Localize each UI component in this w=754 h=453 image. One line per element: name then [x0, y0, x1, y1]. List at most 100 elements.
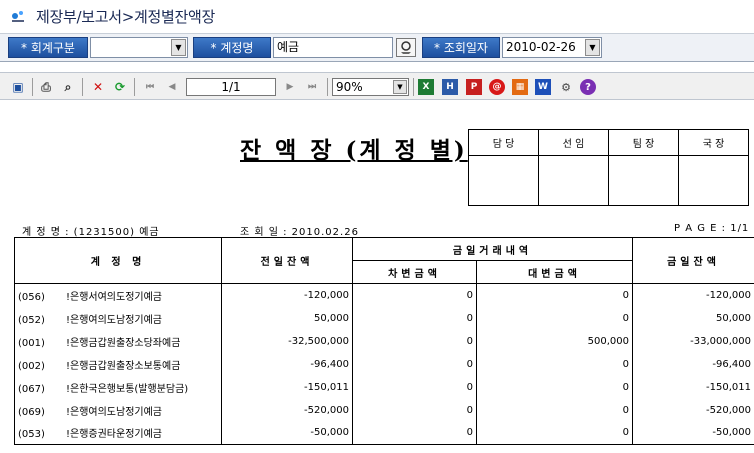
table-row: (053) !은행증권타운정기예금 -50,000 0 0 -50,000: [14, 421, 754, 445]
account-code: (001): [18, 337, 45, 349]
approval-sign-cell: [678, 155, 749, 206]
query-date-select[interactable]: 2010-02-26 ▼: [502, 37, 602, 58]
cell-account: (056) !은행서여의도정기예금: [14, 283, 222, 307]
settings-icon[interactable]: ⚙: [558, 79, 574, 95]
pdf-export-icon[interactable]: P: [466, 79, 482, 95]
toolbar-divider: [32, 78, 33, 96]
col-header-prev-balance: 전일잔액: [221, 237, 353, 284]
account-name: !은행금갑원출장소당좌예금: [66, 337, 181, 349]
chevron-down-icon[interactable]: ▼: [393, 80, 407, 94]
account-code: (067): [18, 383, 45, 395]
excel-export-icon[interactable]: X: [418, 79, 434, 95]
account-info: 계 정 명 : (1231500) 예금: [22, 227, 160, 238]
zoom-select[interactable]: 90% ▼: [332, 78, 409, 96]
cell-debit: 0: [352, 352, 477, 376]
cell-prev: -520,000: [221, 398, 353, 422]
toolbar-divider: [134, 78, 135, 96]
next-page-icon[interactable]: ▶: [282, 79, 298, 95]
cell-credit: 0: [475, 283, 634, 307]
cell-debit: 0: [352, 375, 477, 399]
cell-debit: 0: [352, 283, 477, 307]
cell-credit: 0: [475, 306, 634, 330]
print-icon[interactable]: ⎙: [38, 79, 54, 95]
cell-today: -96,400: [632, 352, 754, 376]
cell-credit: 0: [475, 398, 634, 422]
toolbar-divider: [82, 78, 83, 96]
magnifier-icon: [401, 41, 411, 54]
page-number-field[interactable]: 1/1: [186, 78, 276, 96]
query-date-label: * 조회일자: [422, 37, 500, 58]
cell-prev: -50,000: [221, 421, 353, 445]
chevron-down-icon[interactable]: ▼: [585, 39, 600, 56]
app-logo-icon: [12, 11, 24, 22]
cell-today: -520,000: [632, 398, 754, 422]
table-row: (056) !은행서여의도정기예금 -120,000 0 0 -120,000: [14, 283, 754, 307]
account-code: (052): [18, 314, 45, 326]
cell-prev: -120,000: [221, 283, 353, 307]
account-name-label: * 계정명: [193, 37, 271, 58]
cell-account: (053) !은행증권타운정기예금: [14, 421, 222, 445]
cell-credit: 0: [475, 421, 634, 445]
refresh-icon[interactable]: ⟳: [112, 79, 128, 95]
approval-box: 담 당 선 임 팀 장 국 장: [468, 129, 749, 206]
page-info: P A G E : 1/1: [674, 223, 750, 234]
cell-today: -120,000: [632, 283, 754, 307]
cell-debit: 0: [352, 329, 477, 353]
query-date-value: 2010-02-26: [506, 40, 576, 54]
chart-export-icon[interactable]: ▦: [512, 79, 528, 95]
cell-today: 50,000: [632, 306, 754, 330]
cell-credit: 0: [475, 375, 634, 399]
account-search-button[interactable]: [396, 38, 416, 57]
cell-account: (001) !은행금갑원출장소당좌예금: [14, 329, 222, 353]
account-code: (056): [18, 291, 45, 303]
account-name: !은행여의도남정기예금: [66, 406, 163, 418]
cell-today: -50,000: [632, 421, 754, 445]
cell-prev: 50,000: [221, 306, 353, 330]
first-page-icon[interactable]: ⏮: [142, 79, 158, 95]
mail-icon[interactable]: @: [489, 79, 505, 95]
cell-debit: 0: [352, 306, 477, 330]
word-export-icon[interactable]: W: [535, 79, 551, 95]
table-row: (069) !은행여의도남정기예금 -520,000 0 0 -520,000: [14, 398, 754, 422]
last-page-icon[interactable]: ⏭: [304, 79, 320, 95]
col-header-account: 계 정 명: [14, 237, 222, 284]
viewer-toolbar: ▣ ⎙ ⌕ ✕ ⟳ ⏮ ◀ 1/1 ▶ ⏭ 90% ▼ X H P @ ▦ W …: [0, 72, 754, 100]
table-row: (052) !은행여의도남정기예금 50,000 0 0 50,000: [14, 306, 754, 330]
account-name: !은행금갑원출장소보통예금: [66, 360, 181, 372]
col-header-credit: 대변금액: [475, 260, 634, 284]
hwp-export-icon[interactable]: H: [442, 79, 458, 95]
col-header-today-balance: 금일잔액: [632, 237, 754, 284]
help-icon[interactable]: ?: [580, 79, 596, 95]
col-header-today-transactions: 금일거래내역: [351, 237, 634, 261]
save-icon[interactable]: ▣: [10, 79, 26, 95]
account-name-value: 예금: [277, 40, 300, 54]
table-row: (002) !은행금갑원출장소보통예금 -96,400 0 0 -96,400: [14, 352, 754, 376]
approval-header: 담 당: [468, 129, 539, 156]
cell-debit: 0: [352, 398, 477, 422]
balance-table: 계 정 명 전일잔액 금일거래내역 금일잔액 차변금액 대변금액 (056) !은…: [14, 237, 754, 445]
cell-prev: -96,400: [221, 352, 353, 376]
print-preview-icon[interactable]: ⌕: [60, 79, 76, 95]
cell-account: (067) !은한국은행보통(발행분담금): [14, 375, 222, 399]
cell-credit: 500,000: [475, 329, 634, 353]
account-type-select[interactable]: ▼: [90, 37, 188, 58]
prev-page-icon[interactable]: ◀: [164, 79, 180, 95]
cell-today: -33,000,000: [632, 329, 754, 353]
approval-sign-cell: [608, 155, 679, 206]
approval-sign-cell: [468, 155, 539, 206]
cell-today: -150,011: [632, 375, 754, 399]
chevron-down-icon[interactable]: ▼: [171, 39, 186, 56]
title-bar: 제장부/보고서>계정별잔액장: [0, 0, 754, 34]
report-title: 잔 액 장 (계 정 별): [240, 137, 468, 164]
zoom-value: 90%: [336, 80, 363, 94]
page-title: 제장부/보고서>계정별잔액장: [36, 8, 216, 26]
cell-account: (052) !은행여의도남정기예금: [14, 306, 222, 330]
table-row: (001) !은행금갑원출장소당좌예금 -32,500,000 0 500,000 -33…: [14, 329, 754, 353]
close-icon[interactable]: ✕: [90, 79, 106, 95]
account-name: !은행증권타운정기예금: [66, 429, 163, 441]
toolbar-divider: [413, 78, 414, 96]
account-code: (002): [18, 360, 45, 372]
account-name-input[interactable]: 예금: [273, 37, 393, 58]
cell-credit: 0: [475, 352, 634, 376]
col-header-debit: 차변금액: [352, 260, 477, 284]
